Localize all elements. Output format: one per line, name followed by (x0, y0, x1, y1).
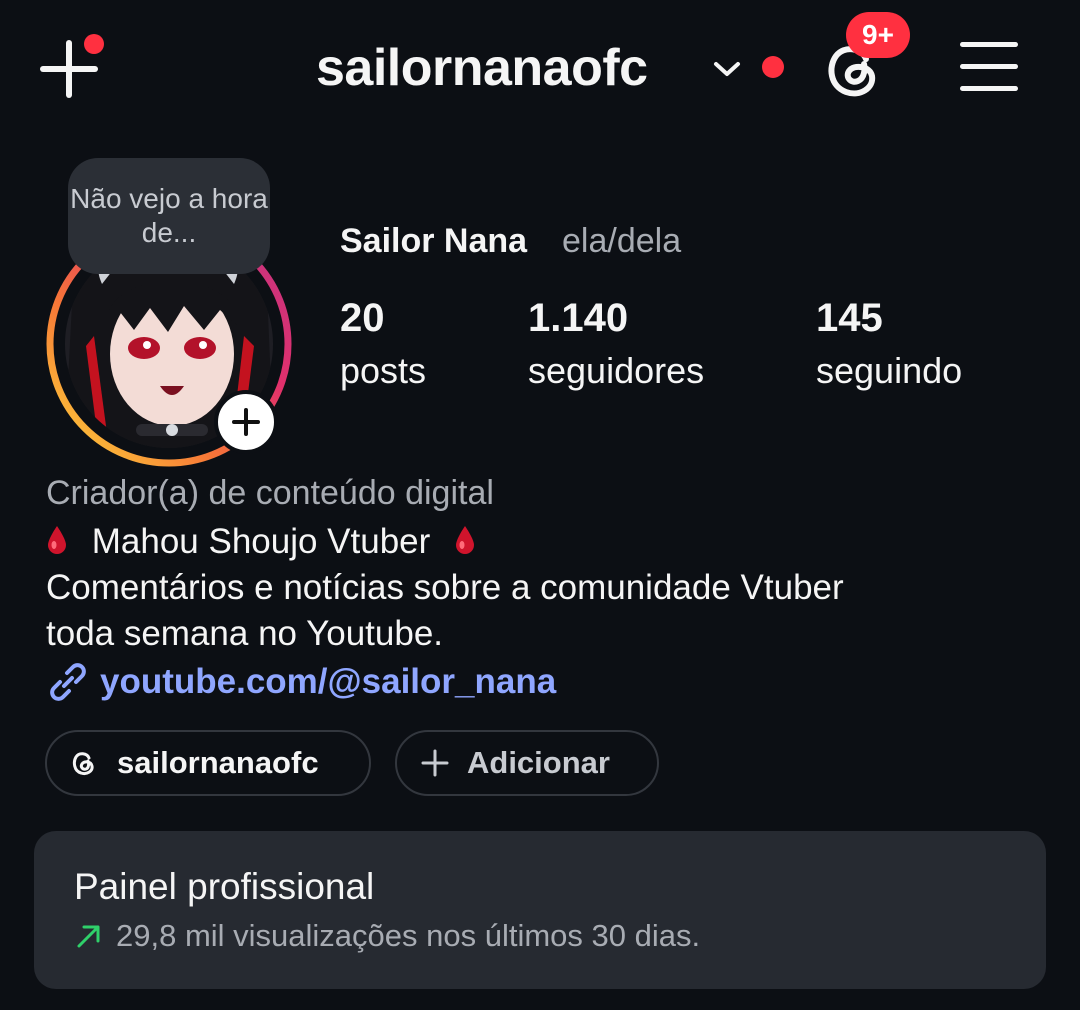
menu-button[interactable] (960, 40, 1018, 94)
threads-chip-label: sailornanaofc (117, 745, 319, 780)
dashboard-title[interactable]: Painel profissional (74, 866, 374, 908)
professional-dashboard-card[interactable] (34, 831, 1046, 989)
followers-label[interactable]: seguidores (528, 350, 704, 392)
chevron-down-icon[interactable] (712, 54, 742, 84)
add-story-button[interactable] (214, 390, 278, 454)
account-category: Criador(a) de conteúdo digital (46, 474, 494, 512)
add-link-chip[interactable]: Adicionar (395, 730, 659, 796)
bio-line-3: toda semana no Youtube. (46, 614, 444, 653)
story-note-bubble[interactable]: Não vejo a hora de... (68, 158, 270, 274)
display-name: Sailor Nana (340, 222, 528, 260)
trend-up-icon (77, 925, 100, 948)
account-username[interactable]: sailornanaofc (316, 38, 648, 98)
blood-drop-icon (456, 526, 475, 554)
following-count[interactable]: 145 (816, 296, 883, 341)
threads-profile-chip[interactable]: sailornanaofc (45, 730, 371, 796)
posts-count[interactable]: 20 (340, 296, 385, 341)
add-chip-label: Adicionar (467, 745, 610, 780)
link-icon (50, 663, 86, 701)
plus-icon (421, 749, 449, 777)
dashboard-subtitle: 29,8 mil visualizações nos últimos 30 di… (116, 918, 701, 953)
bio-link[interactable]: youtube.com/@sailor_nana (46, 662, 556, 702)
posts-label[interactable]: posts (340, 350, 426, 392)
account-notification-dot (762, 56, 784, 78)
pronouns: ela/dela (562, 222, 682, 260)
bio-tagline: Mahou Shoujo Vtuber (91, 522, 431, 561)
followers-count[interactable]: 1.140 (528, 296, 628, 341)
notification-badge: 9+ (846, 12, 910, 58)
notification-dot (84, 34, 104, 54)
dashboard-subtitle-row: 29,8 mil visualizações nos últimos 30 di… (74, 918, 700, 954)
following-label[interactable]: seguindo (816, 350, 962, 392)
create-button[interactable] (36, 34, 104, 100)
bio-link-text[interactable]: youtube.com/@sailor_nana (100, 662, 556, 702)
menu-icon (960, 42, 1018, 47)
bio-line-2: Comentários e notícias sobre a comunidad… (46, 568, 844, 607)
bio-line-1: Mahou Shoujo Vtuber (46, 522, 476, 562)
blood-drop-icon (48, 526, 66, 554)
plus-icon (232, 408, 260, 436)
threads-icon (72, 752, 94, 775)
